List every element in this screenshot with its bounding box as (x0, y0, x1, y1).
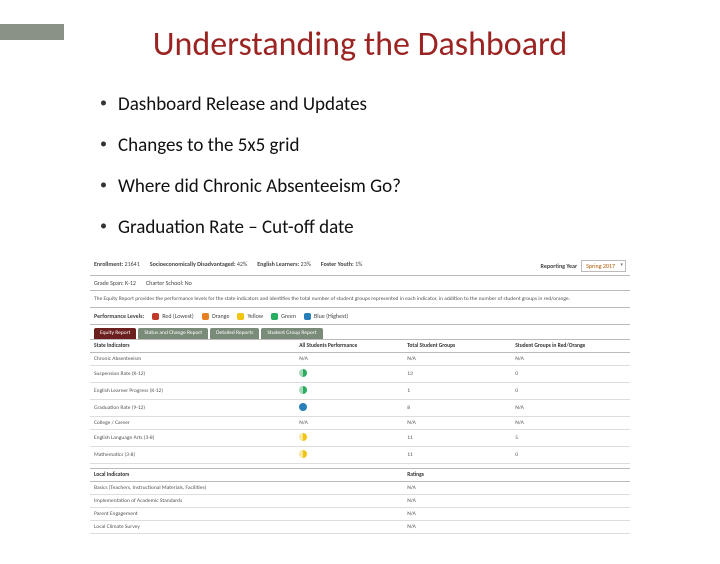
table-row: English Language Arts (3-8) 115 (90, 430, 630, 447)
reporting-year: Reporting Year Spring 2017 (541, 260, 626, 272)
bullet-item: Changes to the 5x5 grid (100, 134, 660, 157)
tab-detailed[interactable]: Detailed Reports (210, 328, 259, 339)
indicator-redorange: N/A (511, 417, 630, 430)
indicator-name: Suspension Rate (K-12) (90, 366, 295, 383)
tab-status-change[interactable]: Status and Change Report (138, 328, 208, 339)
dashboard-meta-row: Enrollment: 21641 Socioeconomically Disa… (90, 257, 630, 276)
indicator-perf: N/A (295, 417, 403, 430)
indicator-total: 1 (403, 383, 511, 400)
indicator-perf (295, 366, 403, 383)
perf-pie-icon (299, 386, 307, 394)
se-value: 42% (237, 260, 247, 268)
legend-red: Red (Lowest) (152, 312, 193, 320)
charter: Charter School: No (146, 279, 192, 287)
indicator-redorange: N/A (511, 400, 630, 417)
legend-yellow: Yellow (237, 312, 263, 320)
perf-pie-icon (299, 433, 307, 441)
table-row: College / CareerN/AN/AN/A (90, 417, 630, 430)
indicator-name: English Language Arts (3-8) (90, 430, 295, 447)
accent-bar (0, 24, 64, 40)
indicator-perf: N/A (295, 353, 403, 366)
col-local-indicators: Local Indicators (90, 469, 403, 482)
local-indicators-table: Local Indicators Ratings Basics (Teacher… (90, 468, 630, 534)
performance-legend: Performance Levels: Red (Lowest) Orange … (90, 308, 630, 325)
local-rating: N/A (403, 521, 630, 534)
table-row: Mathematics (3-8) 110 (90, 447, 630, 464)
table-row: Parent EngagementN/A (90, 508, 630, 521)
local-rating: N/A (403, 495, 630, 508)
indicator-total: 11 (403, 430, 511, 447)
equity-description: The Equity Report provides the performan… (90, 291, 630, 308)
table-row: Graduation Rate (9-12) 8N/A (90, 400, 630, 417)
perf-pie-icon (299, 450, 307, 458)
table-row: Basics (Teachers, Instructional Material… (90, 482, 630, 495)
bullet-item: Dashboard Release and Updates (100, 93, 660, 116)
reporting-year-select[interactable]: Spring 2017 (581, 260, 626, 272)
indicator-total: 13 (403, 366, 511, 383)
legend-orange: Orange (202, 312, 230, 320)
report-tabs: Equity Report Status and Change Report D… (90, 325, 630, 339)
grade-span: Grade Span: K-12 (94, 279, 136, 287)
indicator-total: N/A (403, 353, 511, 366)
indicator-total: 8 (403, 400, 511, 417)
local-indicator-name: Basics (Teachers, Instructional Material… (90, 482, 403, 495)
col-state-indicators: State Indicators (90, 340, 295, 353)
dashboard-meta-row2: Grade Span: K-12 Charter School: No (90, 276, 630, 291)
legend-green: Green (271, 312, 296, 320)
table-row: Implementation of Academic StandardsN/A (90, 495, 630, 508)
enroll-label: Enrollment: (94, 260, 123, 268)
local-indicator-name: Local Climate Survey (90, 521, 403, 534)
local-rating: N/A (403, 508, 630, 521)
col-total-groups: Total Student Groups (403, 340, 511, 353)
se-label: Socioeconomically Disadvantaged: (150, 260, 236, 268)
foster-label: Foster Youth: (321, 260, 354, 268)
indicator-name: Chronic Absenteeism (90, 353, 295, 366)
indicator-name: Mathematics (3-8) (90, 447, 295, 464)
bullet-item: Graduation Rate – Cut-off date (100, 216, 660, 239)
table-row: English Learner Progress (K-12) 10 (90, 383, 630, 400)
indicator-redorange: 0 (511, 447, 630, 464)
dashboard-screenshot: Enrollment: 21641 Socioeconomically Disa… (90, 257, 630, 534)
indicator-redorange: 5 (511, 430, 630, 447)
table-row: Local Climate SurveyN/A (90, 521, 630, 534)
col-ratings: Ratings (403, 469, 630, 482)
indicator-perf (295, 430, 403, 447)
enroll-value: 21641 (125, 260, 140, 268)
col-all-students: All Students Performance (295, 340, 403, 353)
foster-value: 1% (355, 260, 362, 268)
tab-equity[interactable]: Equity Report (94, 328, 136, 339)
indicator-name: Graduation Rate (9-12) (90, 400, 295, 417)
indicator-total: N/A (403, 417, 511, 430)
slide-title: Understanding the Dashboard (0, 24, 720, 65)
indicator-redorange: 0 (511, 366, 630, 383)
indicator-total: 11 (403, 447, 511, 464)
local-indicator-name: Implementation of Academic Standards (90, 495, 403, 508)
table-row: Suspension Rate (K-12) 130 (90, 366, 630, 383)
indicator-perf (295, 383, 403, 400)
local-indicator-name: Parent Engagement (90, 508, 403, 521)
table-row: Chronic AbsenteeismN/AN/AN/A (90, 353, 630, 366)
tab-student-group[interactable]: Student Group Report (261, 328, 322, 339)
indicator-redorange: N/A (511, 353, 630, 366)
perf-label: Performance Levels: (94, 312, 144, 320)
el-value: 23% (301, 260, 311, 268)
indicator-perf (295, 400, 403, 417)
indicator-perf (295, 447, 403, 464)
perf-pie-icon (299, 403, 307, 411)
reporting-year-label: Reporting Year (541, 262, 578, 270)
indicator-name: College / Career (90, 417, 295, 430)
indicator-name: English Learner Progress (K-12) (90, 383, 295, 400)
legend-blue: Blue (Highest) (304, 312, 348, 320)
perf-pie-icon (299, 369, 307, 377)
el-label: English Learners: (257, 260, 299, 268)
bullet-list: Dashboard Release and Updates Changes to… (100, 93, 660, 239)
bullet-item: Where did Chronic Absenteeism Go? (100, 175, 660, 198)
local-rating: N/A (403, 482, 630, 495)
col-redorange: Student Groups in Red/Orange (511, 340, 630, 353)
state-indicators-table: State Indicators All Students Performanc… (90, 339, 630, 464)
indicator-redorange: 0 (511, 383, 630, 400)
